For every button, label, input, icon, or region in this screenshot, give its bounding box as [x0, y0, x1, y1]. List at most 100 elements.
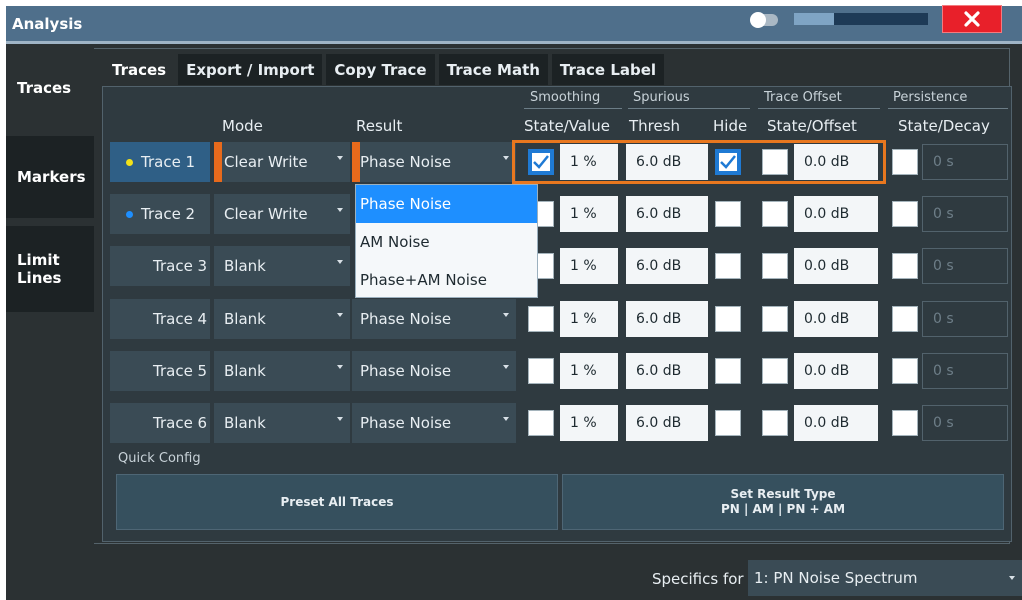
- tab-trace-math[interactable]: Trace Math: [438, 54, 548, 85]
- spurious-thresh-value[interactable]: 6.0 dB: [626, 144, 708, 180]
- result-select[interactable]: Phase Noise: [352, 142, 516, 182]
- chevron-down-icon: [337, 365, 343, 369]
- set-result-type-button[interactable]: Set Result Type PN | AM | PN + AM: [562, 474, 1004, 530]
- close-button[interactable]: [942, 5, 1002, 33]
- trace-offset-checkbox[interactable]: [762, 201, 788, 227]
- column-header-state-value: State/Value: [524, 117, 610, 135]
- trace-offset-checkbox[interactable]: [762, 410, 788, 436]
- column-header-mode: Mode: [222, 117, 263, 135]
- checkmark-icon: [533, 155, 549, 169]
- hide-checkbox[interactable]: [715, 306, 741, 332]
- persistence-checkbox[interactable]: [892, 149, 918, 175]
- result-value: Phase Noise: [360, 414, 452, 432]
- trace-label-button[interactable]: Trace 5: [110, 351, 210, 391]
- chevron-down-icon: [337, 313, 343, 317]
- mode-select[interactable]: Blank: [214, 351, 350, 391]
- trace-offset-value[interactable]: 0.0 dB: [794, 301, 878, 337]
- trace-offset-checkbox[interactable]: [762, 253, 788, 279]
- smoothing-checkbox[interactable]: [528, 358, 554, 384]
- sidebar-tab-label: Limit Lines: [17, 251, 62, 287]
- chevron-down-icon: [503, 156, 509, 160]
- specifics-select[interactable]: 1: PN Noise Spectrum: [748, 560, 1022, 596]
- sidebar-tab-label: Markers: [17, 168, 86, 186]
- button-sublabel: PN | AM | PN + AM: [720, 502, 846, 516]
- result-select[interactable]: Phase Noise: [352, 351, 516, 391]
- trace-label-button[interactable]: Trace 2: [110, 194, 210, 234]
- spurious-thresh-value[interactable]: 6.0 dB: [626, 405, 708, 441]
- dropdown-option-phase-noise[interactable]: Phase Noise: [356, 185, 537, 223]
- smoothing-value[interactable]: 1 %: [560, 144, 618, 180]
- sidebar-tab-limit-lines[interactable]: Limit Lines: [6, 226, 94, 312]
- smoothing-value[interactable]: 1 %: [560, 248, 618, 284]
- hide-checkbox[interactable]: [715, 149, 741, 175]
- spurious-thresh-value[interactable]: 6.0 dB: [626, 301, 708, 337]
- column-header-thresh: Thresh: [629, 117, 681, 135]
- spurious-thresh-value[interactable]: 6.0 dB: [626, 196, 708, 232]
- tab-export-import[interactable]: Export / Import: [178, 54, 323, 85]
- smoothing-value[interactable]: 1 %: [560, 353, 618, 389]
- trace-offset-value[interactable]: 0.0 dB: [794, 248, 878, 284]
- sidebar-tab-traces[interactable]: Traces: [6, 48, 94, 128]
- persistence-checkbox[interactable]: [892, 201, 918, 227]
- hide-checkbox[interactable]: [715, 358, 741, 384]
- persistence-checkbox[interactable]: [892, 410, 918, 436]
- group-divider: [628, 108, 750, 109]
- smoothing-value[interactable]: 1 %: [560, 301, 618, 337]
- dropdown-option-am-noise[interactable]: AM Noise: [356, 223, 537, 261]
- dropdown-option-phase-am-noise[interactable]: Phase+AM Noise: [356, 261, 537, 299]
- tab-copy-trace[interactable]: Copy Trace: [326, 54, 435, 85]
- trace-color-dot: [138, 368, 145, 375]
- transparency-slider[interactable]: [794, 13, 928, 25]
- trace-offset-checkbox[interactable]: [762, 306, 788, 332]
- trace-offset-value[interactable]: 0.0 dB: [794, 405, 878, 441]
- trace-label: Trace 3: [153, 257, 208, 275]
- preset-all-traces-button[interactable]: Preset All Traces: [116, 474, 558, 530]
- result-select[interactable]: Phase Noise: [352, 403, 516, 443]
- toggle-knob[interactable]: [750, 12, 766, 28]
- trace-offset-checkbox[interactable]: [762, 358, 788, 384]
- trace-label-button[interactable]: Trace 4: [110, 299, 210, 339]
- smoothing-checkbox[interactable]: [528, 149, 554, 175]
- result-select[interactable]: Phase Noise: [352, 299, 516, 339]
- trace-label-button[interactable]: Trace 3: [110, 246, 210, 286]
- persistence-checkbox[interactable]: [892, 253, 918, 279]
- chevron-down-icon: [503, 313, 509, 317]
- trace-label-button[interactable]: Trace 6: [110, 403, 210, 443]
- group-header-trace-offset: Trace Offset: [764, 90, 842, 105]
- trace-offset-value[interactable]: 0.0 dB: [794, 353, 878, 389]
- smoothing-checkbox[interactable]: [528, 410, 554, 436]
- smoothing-checkbox[interactable]: [528, 306, 554, 332]
- smoothing-value[interactable]: 1 %: [560, 196, 618, 232]
- persistence-checkbox[interactable]: [892, 358, 918, 384]
- mode-value: Blank: [224, 257, 266, 275]
- quick-config-label: Quick Config: [118, 451, 201, 466]
- hide-checkbox[interactable]: [715, 410, 741, 436]
- mode-select[interactable]: Clear Write: [214, 142, 350, 182]
- mode-select[interactable]: Clear Write: [214, 194, 350, 234]
- column-header-state-offset: State/Offset: [767, 117, 857, 135]
- mode-value: Blank: [224, 414, 266, 432]
- trace-offset-checkbox[interactable]: [762, 149, 788, 175]
- hide-checkbox[interactable]: [715, 201, 741, 227]
- trace-offset-value[interactable]: 0.0 dB: [794, 196, 878, 232]
- persistence-decay-value: 0 s: [922, 196, 1008, 232]
- hide-checkbox[interactable]: [715, 253, 741, 279]
- trace-offset-value[interactable]: 0.0 dB: [794, 144, 878, 180]
- button-label: Set Result Type: [730, 487, 836, 501]
- smoothing-value[interactable]: 1 %: [560, 405, 618, 441]
- result-value: Phase Noise: [360, 362, 452, 380]
- result-dropdown-list: Phase Noise AM Noise Phase+AM Noise: [355, 184, 538, 298]
- trace-label: Trace 1: [141, 153, 196, 171]
- trace-label-button[interactable]: Trace 1: [110, 142, 210, 182]
- tab-trace-label[interactable]: Trace Label: [551, 54, 665, 85]
- spurious-thresh-value[interactable]: 6.0 dB: [626, 353, 708, 389]
- mode-select[interactable]: Blank: [214, 246, 350, 286]
- persistence-decay-value: 0 s: [922, 353, 1008, 389]
- tab-traces[interactable]: Traces: [104, 54, 175, 85]
- sidebar-tab-markers[interactable]: Markers: [6, 136, 94, 218]
- result-value: Phase Noise: [360, 153, 452, 171]
- mode-select[interactable]: Blank: [214, 299, 350, 339]
- persistence-checkbox[interactable]: [892, 306, 918, 332]
- mode-select[interactable]: Blank: [214, 403, 350, 443]
- spurious-thresh-value[interactable]: 6.0 dB: [626, 248, 708, 284]
